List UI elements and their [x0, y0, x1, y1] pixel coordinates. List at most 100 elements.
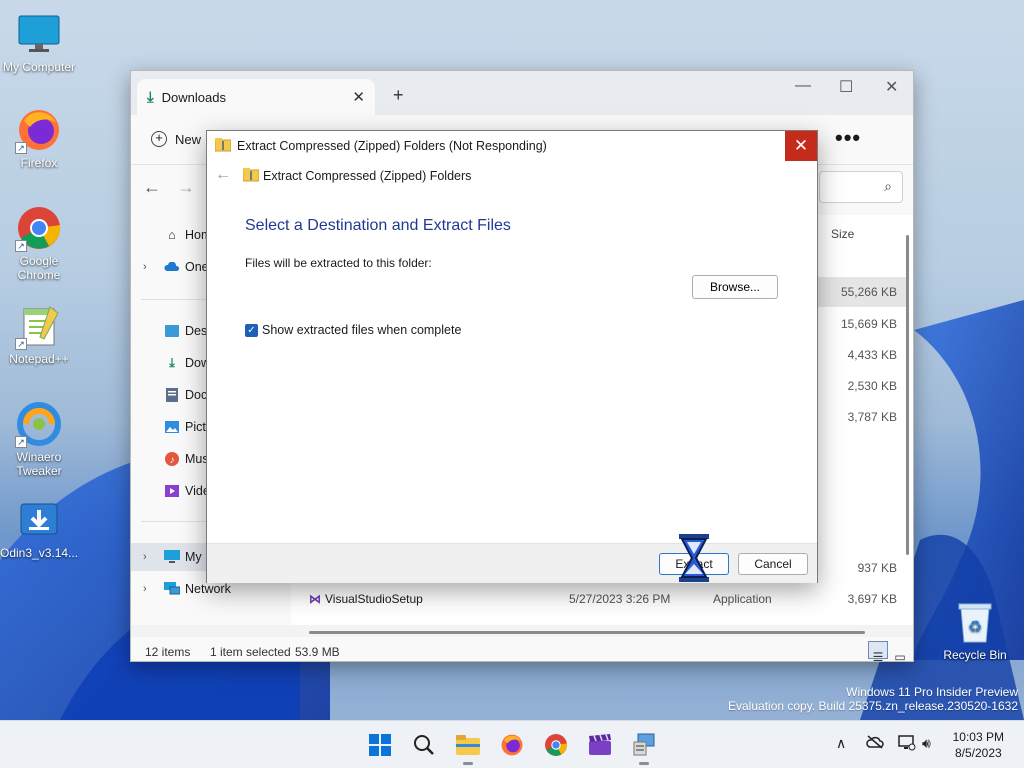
search-icon: ⌕ [884, 178, 892, 194]
dialog-close-button[interactable]: ✕ [785, 131, 817, 161]
tab-title: Downloads [161, 89, 226, 105]
tiles-view-button[interactable]: ▭ [890, 641, 910, 662]
desktop-icon-firefox[interactable]: ↗ Firefox [0, 106, 78, 170]
item-count: 12 items [145, 645, 191, 659]
details-view-button[interactable]: ☰ [868, 641, 888, 662]
nav-item-label: Doc [185, 388, 208, 402]
file-size: 55,266 KB [840, 285, 897, 299]
column-header-size[interactable]: Size [831, 227, 854, 241]
shortcut-arrow-icon: ↗ [15, 436, 27, 448]
evaluation-watermark: Windows 11 Pro Insider Preview Evaluatio… [728, 685, 1018, 713]
nav-item-label: My [185, 550, 202, 564]
shortcut-arrow-icon: ↗ [15, 338, 27, 350]
notepadpp-icon: ↗ [15, 302, 63, 350]
checkbox-checked-icon[interactable]: ✓ [245, 323, 258, 337]
start-button[interactable] [366, 731, 394, 759]
home-icon: ⌂ [168, 228, 176, 242]
desktop-icon-odin3[interactable]: Odin3_v3.14... [0, 496, 78, 560]
desktop-icon-chrome[interactable]: ↗ Google Chrome [0, 204, 78, 282]
nav-item-label: Pict [185, 420, 206, 434]
more-options-icon[interactable]: ••• [835, 125, 861, 151]
cloud-offline-icon[interactable] [866, 735, 884, 752]
desktop-icon-winaero-tweaker[interactable]: ↗ Winaero Tweaker [0, 400, 78, 478]
download-arrow-icon: ⤓ [147, 88, 154, 106]
nav-item-label: Network [185, 582, 231, 596]
browse-button[interactable]: Browse... [692, 275, 778, 299]
taskbar: ∧ 🔊︎ 10:03 PM 8/5/2023 [0, 720, 1024, 768]
close-tab-icon[interactable]: ✕ [352, 88, 365, 106]
table-row[interactable]: ⋈ VisualStudioSetup 5/27/2023 3:26 PM Ap… [291, 584, 907, 614]
dialog-footer: Extract Cancel [207, 543, 817, 583]
back-arrow-icon[interactable]: ← [215, 166, 231, 184]
system-clock[interactable]: 10:03 PM 8/5/2023 [953, 729, 1004, 761]
svg-text:♪: ♪ [170, 455, 175, 466]
video-icon [163, 482, 181, 500]
media-app-taskbar-button[interactable] [586, 731, 614, 759]
desktop-icon-notepadpp[interactable]: ↗ Notepad++ [0, 302, 78, 366]
chrome-taskbar-button[interactable] [542, 731, 570, 759]
volume-icon[interactable]: 🔊︎ [922, 735, 931, 752]
new-button[interactable]: + New [151, 131, 201, 147]
desktop-icon-recycle-bin[interactable]: ♻ Recycle Bin [936, 598, 1014, 662]
desktop-icon-label: My Computer [2, 60, 76, 74]
tab-downloads[interactable]: ⤓ Downloads ✕ [137, 79, 375, 115]
chrome-icon: ↗ [15, 204, 63, 252]
clapperboard-icon [589, 734, 611, 755]
network-monitor-icon[interactable] [898, 735, 916, 754]
windows-logo-icon [369, 734, 391, 756]
details-view-icon: ☰ [872, 650, 884, 662]
file-size: 4,433 KB [847, 348, 897, 362]
download-arrow-icon: ⤓ [169, 355, 175, 370]
dialog-title: Extract Compressed (Zipped) Folders (Not… [237, 139, 547, 153]
close-window-icon[interactable]: ✕ [885, 77, 898, 97]
checkbox-label: Show extracted files when complete [262, 323, 462, 337]
cancel-button[interactable]: Cancel [738, 553, 808, 575]
horizontal-scrollbar[interactable] [309, 631, 865, 634]
new-tab-icon[interactable]: + [393, 85, 404, 106]
desktop-icon-label: Firefox [20, 156, 58, 170]
vertical-scrollbar[interactable] [906, 235, 909, 555]
tiles-view-icon: ▭ [894, 650, 906, 662]
music-icon: ♪ [163, 450, 181, 468]
visual-studio-icon: ⋈ [309, 592, 321, 606]
chevron-right-icon[interactable]: › [143, 583, 147, 595]
recycle-bin-icon: ♻ [951, 598, 999, 646]
desktop-icon-label: Recycle Bin [943, 648, 1007, 662]
chevron-up-icon[interactable]: ∧ [836, 735, 846, 752]
firefox-taskbar-button[interactable] [498, 731, 526, 759]
minimize-icon[interactable]: — [795, 77, 811, 95]
extract-dialog: Extract Compressed (Zipped) Folders (Not… [206, 130, 818, 583]
chevron-right-icon[interactable]: › [143, 261, 147, 273]
desktop-icon-label: Odin3_v3.14... [0, 546, 79, 560]
back-arrow-icon[interactable]: ← [143, 177, 161, 198]
shortcut-arrow-icon: ↗ [15, 142, 27, 154]
chevron-right-icon[interactable]: › [143, 551, 147, 563]
monitor-icon [163, 548, 181, 566]
shortcut-arrow-icon: ↗ [15, 240, 27, 252]
dialog-heading: Select a Destination and Extract Files [245, 217, 511, 234]
watermark-line: Evaluation copy. Build 25375.zn_release.… [728, 699, 1018, 713]
forward-arrow-icon[interactable]: → [177, 177, 195, 198]
document-icon [163, 386, 181, 404]
show-files-checkbox-row[interactable]: ✓ Show extracted files when complete [245, 323, 461, 337]
odin-installer-icon [15, 496, 63, 544]
watermark-line: Windows 11 Pro Insider Preview [846, 685, 1018, 699]
svg-text:♻: ♻ [968, 619, 982, 636]
firefox-icon: ↗ [15, 106, 63, 154]
status-bar: 12 items 1 item selected 53.9 MB ☰ ▭ [131, 637, 913, 662]
search-button[interactable] [410, 731, 438, 759]
chrome-icon [545, 734, 568, 756]
destination-label: Files will be extracted to this folder: [245, 256, 432, 270]
clock-time: 10:03 PM [952, 730, 1004, 744]
search-box[interactable]: ⌕ [819, 171, 903, 203]
file-size: 15,669 KB [840, 317, 897, 331]
maximize-icon[interactable]: ☐ [839, 77, 853, 97]
file-explorer-taskbar-button[interactable] [454, 731, 482, 765]
desktop-icon-my-computer[interactable]: My Computer [0, 10, 78, 74]
archive-tool-taskbar-button[interactable] [630, 731, 658, 765]
dialog-title-bar: Extract Compressed (Zipped) Folders (Not… [207, 131, 817, 161]
file-size: 3,697 KB [847, 592, 897, 606]
file-type: Application [713, 592, 772, 606]
file-size: 3,787 KB [847, 410, 897, 424]
network-icon [163, 580, 181, 598]
